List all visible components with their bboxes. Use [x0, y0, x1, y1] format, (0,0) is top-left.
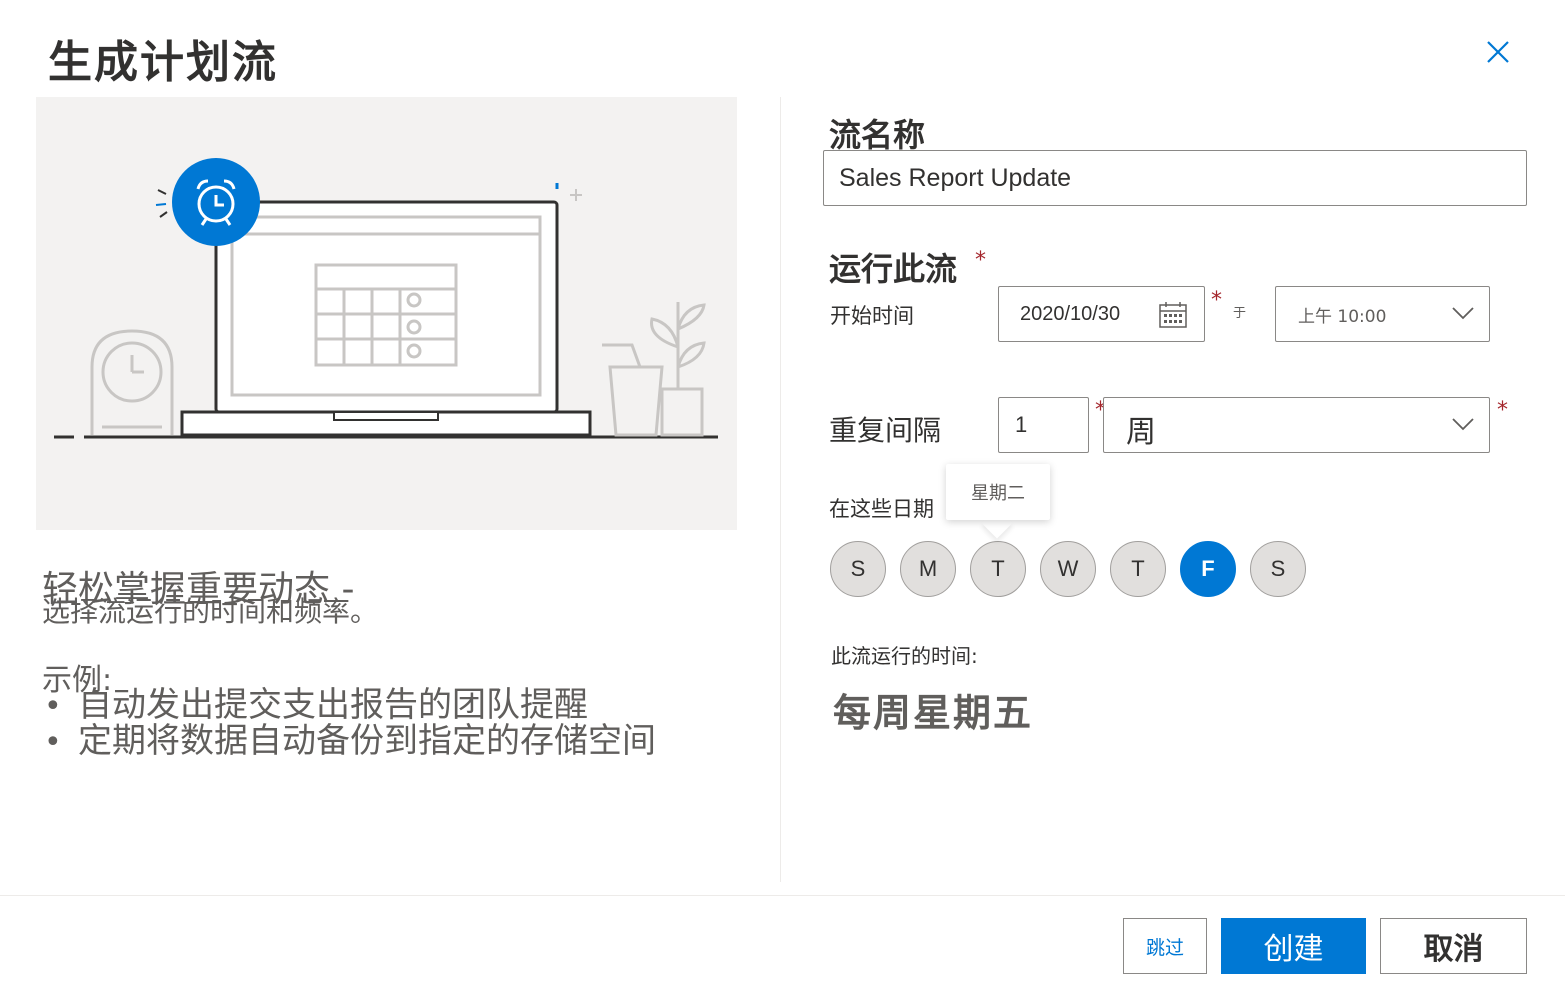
runs-at-label: 此流运行的时间: [831, 644, 978, 668]
day-button-sunday[interactable]: S [830, 541, 886, 597]
calendar-icon[interactable] [1158, 301, 1188, 329]
illustration [36, 97, 737, 530]
start-time-dropdown[interactable]: 上午 10:00 [1275, 286, 1490, 342]
skip-button[interactable]: 跳过 [1123, 918, 1207, 974]
required-mark: * [975, 248, 986, 273]
required-mark: * [1497, 398, 1508, 423]
repeat-interval-input[interactable] [1015, 412, 1088, 438]
at-label: 于 [1233, 306, 1247, 321]
create-scheduled-flow-dialog: 生成计划流 轻松掌握重要动态 - 选择流运行的时间和频率。 示例: • 自动发出… [0, 0, 1565, 992]
chevron-down-icon [1452, 418, 1474, 431]
laptop-icon [180, 200, 592, 437]
desk-clock-icon [90, 329, 174, 435]
frequency-value: 周 [1126, 415, 1156, 450]
repeat-interval-field[interactable] [998, 397, 1089, 453]
day-button-monday[interactable]: M [900, 541, 956, 597]
list-item: • 自动发出提交支出报告的团队提醒 [44, 685, 588, 725]
laptop-alarm-illustration [54, 158, 718, 439]
day-button-thursday[interactable]: T [1110, 541, 1166, 597]
chevron-down-icon [1452, 307, 1474, 320]
examples-list: • 自动发出提交支出报告的团队提醒 • 定期将数据自动备份到指定的存储空间 [44, 688, 656, 760]
column-divider [780, 97, 781, 882]
start-date-picker[interactable] [998, 286, 1205, 342]
start-time-label: 开始时间 [830, 304, 914, 328]
start-time-value: 上午 10:00 [1298, 306, 1387, 327]
required-mark: * [1211, 288, 1222, 313]
day-tooltip: 星期二 [946, 464, 1050, 520]
frequency-dropdown[interactable]: 周 [1103, 397, 1490, 453]
run-this-flow-label: 运行此流 [829, 250, 958, 288]
cancel-button[interactable]: 取消 [1380, 918, 1527, 974]
dialog-title: 生成计划流 [48, 37, 278, 88]
close-button[interactable] [1478, 34, 1518, 74]
runs-at-value: 每周星期五 [833, 691, 1034, 735]
create-button[interactable]: 创建 [1221, 918, 1366, 974]
day-button-wednesday[interactable]: W [1040, 541, 1096, 597]
day-button-tuesday[interactable]: T [970, 541, 1026, 597]
repeat-interval-label: 重复间隔 [829, 414, 942, 447]
alarm-clock-icon [155, 158, 260, 246]
flow-name-input[interactable] [839, 163, 1526, 193]
day-button-saturday[interactable]: S [1250, 541, 1306, 597]
on-these-days-label: 在这些日期 [829, 497, 934, 521]
close-icon [1487, 41, 1509, 63]
footer-divider [0, 895, 1565, 896]
intro-subheading: 选择流运行的时间和频率。 [42, 595, 379, 628]
flow-name-field[interactable] [823, 150, 1527, 206]
list-item: • 定期将数据自动备份到指定的存储空间 [44, 721, 656, 761]
plant-icon [602, 302, 706, 437]
day-button-friday[interactable]: F [1180, 541, 1236, 597]
